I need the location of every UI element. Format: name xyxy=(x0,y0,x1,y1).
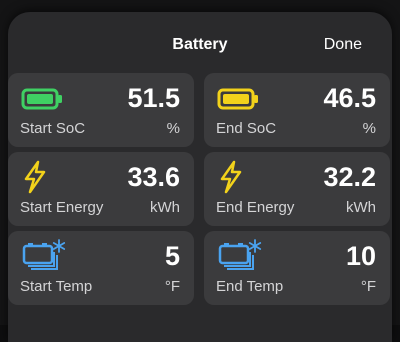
end-soc-label: End SoC xyxy=(216,120,277,137)
start-temp-value: 5 xyxy=(164,241,180,271)
battery-green-icon xyxy=(21,85,65,113)
battery-temperature-icon xyxy=(217,239,262,270)
end-energy-value: 32.2 xyxy=(323,162,376,192)
start-energy-value: 33.6 xyxy=(127,162,180,192)
start-soc-value: 51.5 xyxy=(127,83,180,113)
start-soc-card: 51.5 Start SoC % xyxy=(8,73,194,147)
battery-yellow-icon xyxy=(217,85,261,113)
start-energy-unit: kWh xyxy=(150,199,180,216)
end-energy-unit: kWh xyxy=(346,199,376,216)
start-temp-label: Start Temp xyxy=(20,278,93,295)
end-soc-unit: % xyxy=(362,120,376,137)
end-temp-value: 10 xyxy=(345,241,376,271)
end-soc-value: 46.5 xyxy=(323,83,376,113)
start-temp-unit: °F xyxy=(164,278,180,295)
lightning-bolt-icon xyxy=(217,160,261,194)
end-energy-card: 32.2 End Energy kWh xyxy=(204,152,390,226)
end-soc-card: 46.5 End SoC % xyxy=(204,73,390,147)
start-soc-unit: % xyxy=(166,120,180,137)
start-energy-card: 33.6 Start Energy kWh xyxy=(8,152,194,226)
done-button[interactable]: Done xyxy=(324,36,362,54)
end-temp-unit: °F xyxy=(360,278,376,295)
battery-temperature-icon xyxy=(21,239,66,270)
end-energy-label: End Energy xyxy=(216,199,295,216)
start-energy-label: Start Energy xyxy=(20,199,104,216)
start-temp-card: 5 Start Temp °F xyxy=(8,231,194,305)
end-temp-card: 10 End Temp °F xyxy=(204,231,390,305)
lightning-bolt-icon xyxy=(21,160,65,194)
start-soc-label: Start SoC xyxy=(20,120,86,137)
end-temp-label: End Temp xyxy=(216,278,284,295)
